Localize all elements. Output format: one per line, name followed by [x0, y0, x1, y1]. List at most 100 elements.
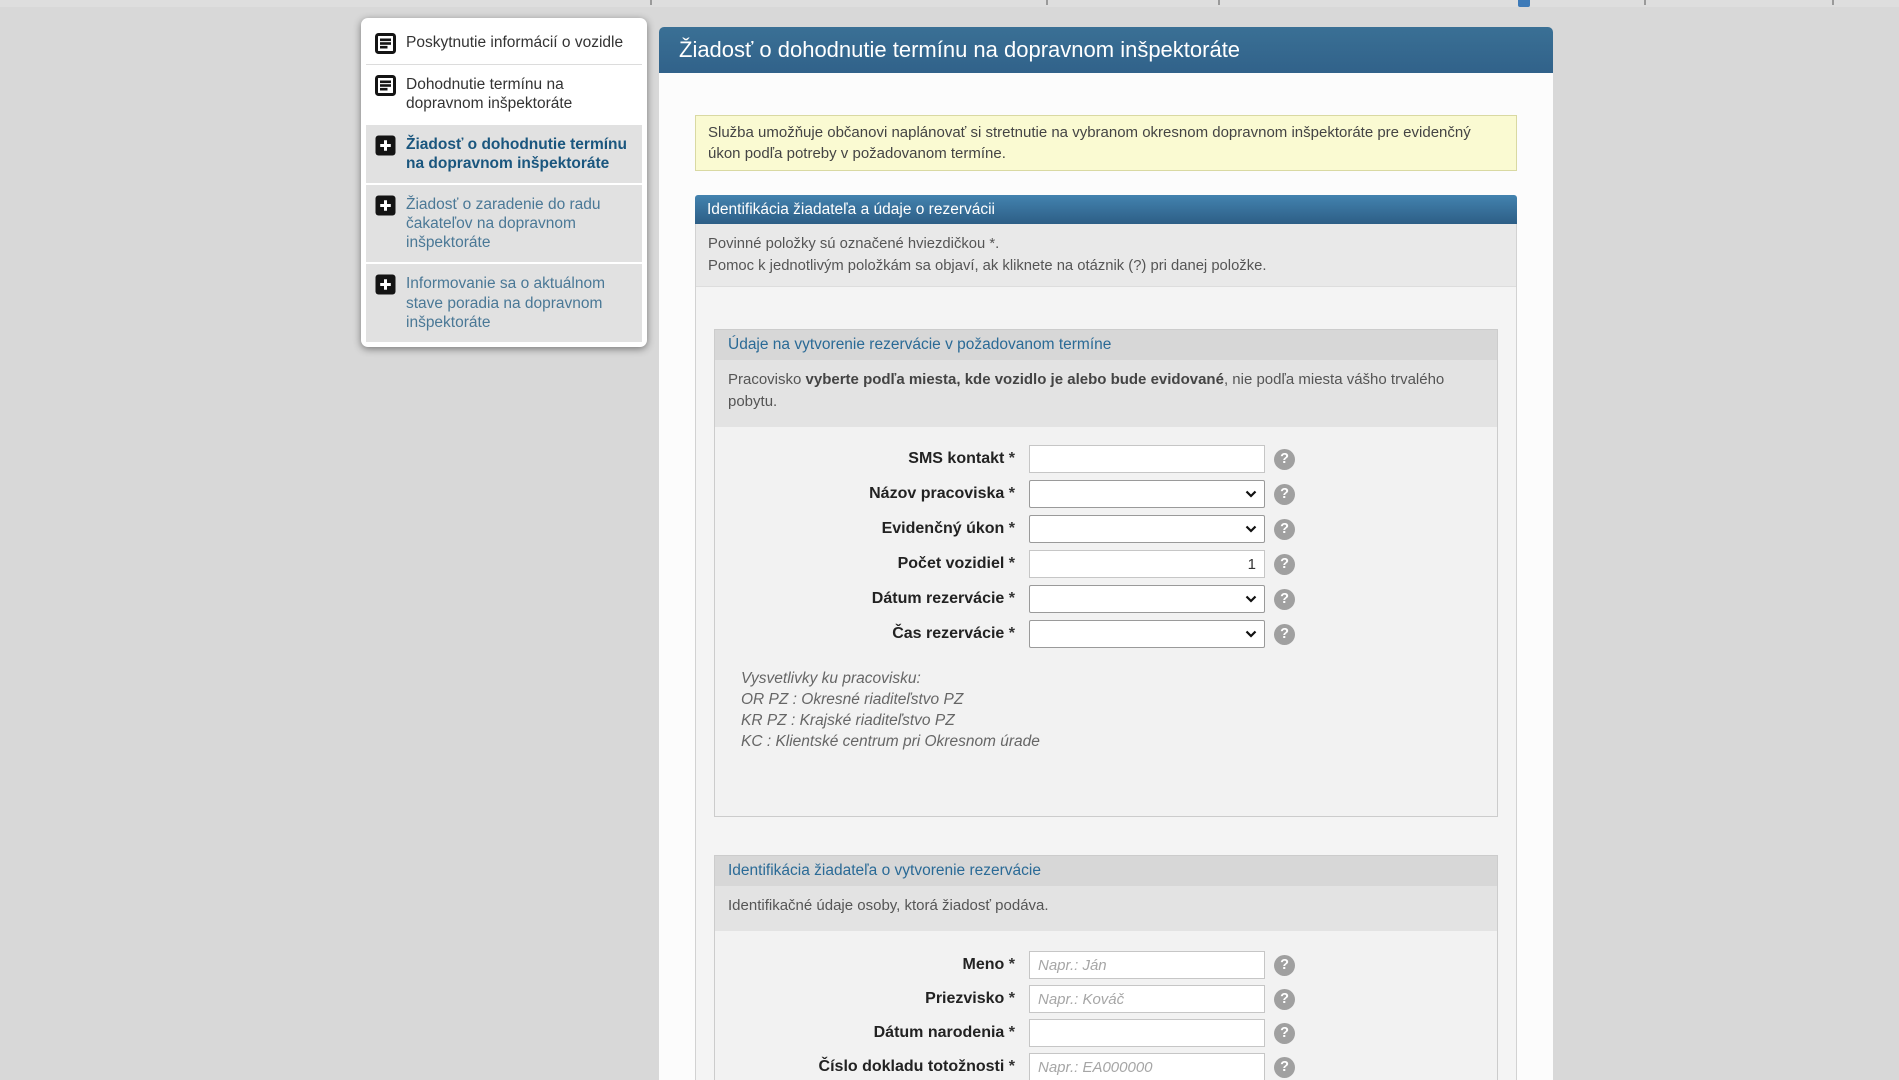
reservation-time-select[interactable]: [1029, 620, 1265, 648]
reservation-box-title: Údaje na vytvorenie rezervácie v požadov…: [715, 330, 1497, 360]
toolbar-blue-icon: [1518, 0, 1530, 7]
required-asterisk: *: [1008, 485, 1015, 502]
help-question-icon[interactable]: ?: [1274, 1056, 1295, 1078]
field-label: Názov pracoviska *: [869, 485, 1015, 502]
plus-icon: [375, 195, 396, 216]
legend-line: Vysvetlivky ku pracovisku:: [741, 670, 921, 687]
sidebar-menu: Poskytnutie informácií o vozidle Dohodnu…: [366, 23, 642, 342]
section-hint: Povinné položky sú označené hviezdičkou …: [696, 224, 1516, 287]
registration-act-select[interactable]: [1029, 515, 1265, 543]
toolbar-fragment: [1046, 0, 1048, 5]
chevron-down-icon: [1245, 490, 1257, 498]
sidebar-item-label: Poskytnutie informácií o vozidle: [406, 34, 624, 51]
applicant-box-title: Identifikácia žiadateľa o vytvorenie rez…: [715, 856, 1497, 886]
section-identification: Identifikácia žiadateľa a údaje o rezerv…: [695, 195, 1517, 1080]
toolbar-fragment: [650, 0, 652, 5]
field-label: Meno *: [962, 956, 1015, 973]
toolbar-fragment: [1644, 0, 1646, 5]
field-label: SMS kontakt *: [908, 450, 1015, 467]
required-asterisk: *: [1008, 590, 1015, 607]
section-body: Údaje na vytvorenie rezervácie v požadov…: [696, 287, 1516, 1080]
plus-icon: [375, 135, 396, 156]
form-row: SMS kontakt * ?: [728, 445, 1484, 473]
applicant-fields: Meno * ? Priezvisko * ? Dátum narodenia …: [715, 931, 1497, 1080]
chevron-down-icon: [1245, 595, 1257, 603]
applicant-box-intro: Identifikačné údaje osoby, ktorá žiadosť…: [715, 886, 1497, 931]
reservation-details-box: Údaje na vytvorenie rezervácie v požadov…: [714, 329, 1498, 817]
sms-contact-input[interactable]: [1029, 445, 1265, 473]
reservation-date-select[interactable]: [1029, 585, 1265, 613]
help-question-icon[interactable]: ?: [1274, 988, 1295, 1010]
field-label: Dátum rezervácie *: [871, 590, 1015, 607]
id-document-number-input[interactable]: [1029, 1053, 1265, 1080]
sidebar-item-appointment-request[interactable]: Žiadosť o dohodnutie termínu na dopravno…: [366, 125, 642, 184]
form-row: Počet vozidiel * ?: [728, 550, 1484, 578]
toolbar-fragment: [1832, 0, 1834, 5]
field-label: Evidenčný úkon *: [881, 520, 1015, 537]
help-question-icon[interactable]: ?: [1274, 518, 1295, 540]
form-row: Názov pracoviska * ?: [728, 480, 1484, 508]
form-row: Meno * ?: [728, 951, 1484, 979]
required-asterisk: *: [1008, 520, 1015, 537]
legend-line: KC : Klientské centrum pri Okresnom úrad…: [741, 733, 1040, 750]
applicant-identification-box: Identifikácia žiadateľa o vytvorenie rez…: [714, 855, 1498, 1080]
sidebar-item-appointment[interactable]: Dohodnutie termínu na dopravnom inšpekto…: [366, 64, 642, 123]
workplace-select[interactable]: [1029, 480, 1265, 508]
vehicle-count-input[interactable]: [1029, 550, 1265, 578]
field-label: Dátum narodenia *: [873, 1024, 1015, 1041]
help-question-icon[interactable]: ?: [1274, 588, 1295, 610]
intro-prefix: Pracovisko: [728, 371, 806, 388]
document-icon: [375, 75, 396, 96]
workplace-legend: Vysvetlivky ku pracovisku: OR PZ : Okresn…: [741, 668, 1484, 752]
field-label: Priezvisko *: [925, 990, 1015, 1007]
required-asterisk: *: [1008, 555, 1015, 572]
birth-date-input[interactable]: [1029, 1019, 1265, 1047]
sidebar-item-label: Dohodnutie termínu na dopravnom inšpekto…: [406, 76, 573, 113]
form-row: Číslo dokladu totožnosti * ?: [728, 1053, 1484, 1080]
toolbar-fragment: [1218, 0, 1220, 5]
sidebar-item-label: Žiadosť o dohodnutie termínu na dopravno…: [406, 136, 627, 173]
plus-icon: [375, 274, 396, 295]
document-icon: [375, 33, 396, 54]
help-question-icon[interactable]: ?: [1274, 954, 1295, 976]
sidebar-item-queue-status[interactable]: Informovanie sa o aktuálnom stave poradi…: [366, 264, 642, 342]
service-info-banner: Služba umožňuje občanovi naplánovať si s…: [695, 115, 1517, 171]
section-body-wrap: Povinné položky sú označené hviezdičkou …: [695, 224, 1517, 1080]
help-question-icon[interactable]: ?: [1274, 553, 1295, 575]
chevron-down-icon: [1245, 630, 1257, 638]
sidebar-item-vehicle-info[interactable]: Poskytnutie informácií o vozidle: [366, 23, 642, 64]
required-asterisk: *: [1008, 1024, 1015, 1041]
required-asterisk: *: [1008, 956, 1015, 973]
reservation-fields: SMS kontakt * ? Názov pracoviska * ? Evi…: [715, 427, 1497, 816]
chevron-down-icon: [1245, 525, 1257, 533]
intro-bold: vyberte podľa miesta, kde vozidlo je ale…: [805, 371, 1224, 388]
section-header: Identifikácia žiadateľa a údaje o rezerv…: [695, 195, 1517, 224]
form-row: Čas rezervácie * ?: [728, 620, 1484, 648]
main-panel: Žiadosť o dohodnutie termínu na dopravno…: [659, 27, 1553, 1080]
field-label: Počet vozidiel *: [897, 555, 1015, 572]
form-row: Priezvisko * ?: [728, 985, 1484, 1013]
help-question-icon[interactable]: ?: [1274, 623, 1295, 645]
first-name-input[interactable]: [1029, 951, 1265, 979]
required-asterisk: *: [1008, 990, 1015, 1007]
sidebar-item-label: Žiadosť o zaradenie do radu čakateľov na…: [406, 196, 601, 252]
top-cropped-toolbar: [0, 0, 1899, 7]
form-row: Dátum narodenia * ?: [728, 1019, 1484, 1047]
field-label: Číslo dokladu totožnosti *: [818, 1058, 1015, 1075]
field-label: Čas rezervácie *: [892, 625, 1015, 642]
help-question-icon[interactable]: ?: [1274, 1022, 1295, 1044]
hint-help: Pomoc k jednotlivým položkám sa objaví, …: [708, 258, 1267, 274]
legend-line: OR PZ : Okresné riaditeľstvo PZ: [741, 691, 964, 708]
last-name-input[interactable]: [1029, 985, 1265, 1013]
reservation-box-intro: Pracovisko vyberte podľa miesta, kde voz…: [715, 360, 1497, 427]
form-row: Dátum rezervácie * ?: [728, 585, 1484, 613]
help-question-icon[interactable]: ?: [1274, 483, 1295, 505]
sidebar-item-waiting-list-request[interactable]: Žiadosť o zaradenie do radu čakateľov na…: [366, 185, 642, 263]
required-asterisk: *: [1008, 450, 1015, 467]
page-title: Žiadosť o dohodnutie termínu na dopravno…: [659, 27, 1553, 73]
legend-line: KR PZ : Krajské riaditeľstvo PZ: [741, 712, 955, 729]
form-row: Evidenčný úkon * ?: [728, 515, 1484, 543]
service-sidebar: Poskytnutie informácií o vozidle Dohodnu…: [361, 18, 647, 347]
help-question-icon[interactable]: ?: [1274, 448, 1295, 470]
required-asterisk: *: [1008, 1058, 1015, 1075]
